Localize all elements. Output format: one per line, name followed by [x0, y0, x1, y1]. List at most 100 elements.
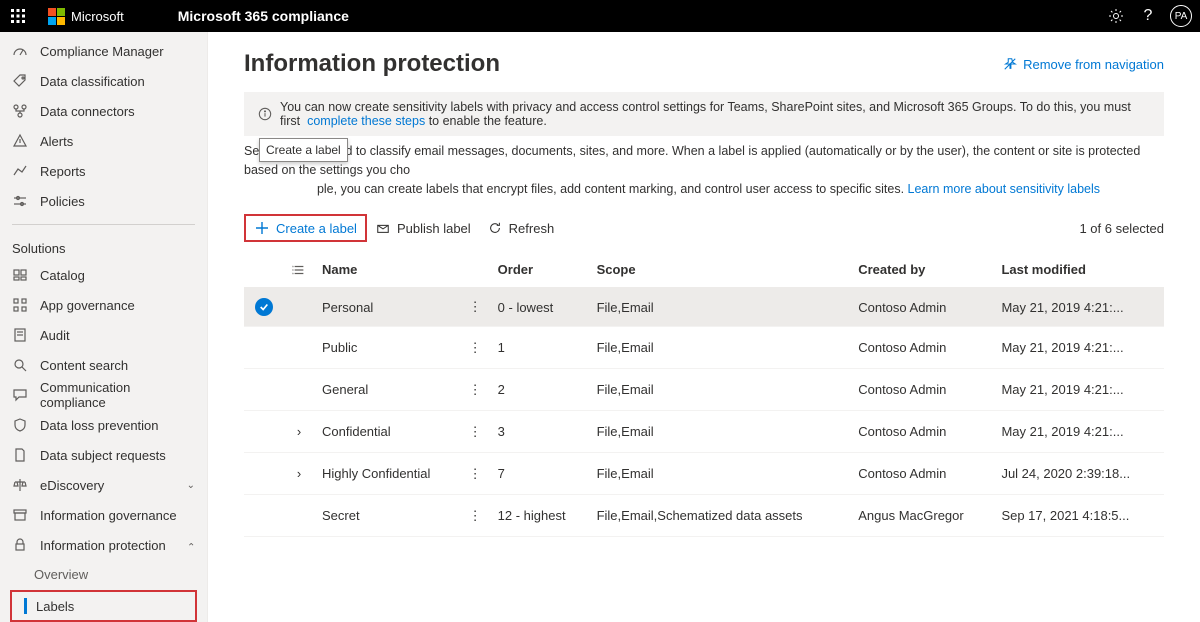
sidebar-item-app-governance[interactable]: App governance: [0, 290, 207, 320]
row-more-icon[interactable]: ⋮: [461, 369, 490, 411]
row-more-icon[interactable]: ⋮: [461, 411, 490, 453]
waffle-icon[interactable]: [8, 6, 28, 26]
avatar[interactable]: PA: [1170, 5, 1192, 27]
table-row[interactable]: Personal ⋮ 0 - lowest File,Email Contoso…: [244, 288, 1164, 327]
main-content: Information protection Remove from navig…: [208, 32, 1200, 622]
cell-created-by: Contoso Admin: [850, 411, 993, 453]
sidebar-item-data-loss-prevention[interactable]: Data loss prevention: [0, 410, 207, 440]
nav-label: Audit: [40, 328, 70, 343]
table-row[interactable]: General ⋮ 2 File,Email Contoso Admin May…: [244, 369, 1164, 411]
sidebar-subitem-labels[interactable]: Labels: [12, 592, 195, 620]
sidebar-item-ediscovery[interactable]: eDiscovery⌄: [0, 470, 207, 500]
chart-icon: [12, 163, 28, 179]
pin-remove-icon: [1003, 57, 1017, 71]
refresh-button[interactable]: Refresh: [479, 216, 563, 240]
col-last-modified[interactable]: Last modified: [993, 252, 1164, 288]
row-more-icon[interactable]: ⋮: [461, 327, 490, 369]
nav-label: Data classification: [40, 74, 145, 89]
nav-label: Data loss prevention: [40, 418, 159, 433]
nav-label: Compliance Manager: [40, 44, 164, 59]
nav-label: Data connectors: [40, 104, 135, 119]
tag-icon: [12, 73, 28, 89]
row-checkbox[interactable]: [255, 379, 273, 397]
settings-icon[interactable]: [1100, 0, 1132, 32]
row-more-icon[interactable]: ⋮: [461, 288, 490, 327]
shield-icon: [12, 417, 28, 433]
col-scope[interactable]: Scope: [589, 252, 851, 288]
info-bar-link[interactable]: complete these steps: [307, 114, 425, 128]
grid-icon: [12, 297, 28, 313]
sidebar-subitem-overview[interactable]: Overview: [0, 560, 207, 588]
cell-created-by: Contoso Admin: [850, 288, 993, 327]
nav-label: Alerts: [40, 134, 73, 149]
col-created-by[interactable]: Created by: [850, 252, 993, 288]
cell-last-modified: May 21, 2019 4:21:...: [993, 411, 1164, 453]
page-description: Sensitivity are used to classify email m…: [244, 142, 1164, 198]
create-label-button[interactable]: Create a label: [246, 216, 365, 240]
table-row[interactable]: › Confidential ⋮ 3 File,Email Contoso Ad…: [244, 411, 1164, 453]
col-order[interactable]: Order: [490, 252, 589, 288]
nav-label: Policies: [40, 194, 85, 209]
cell-name: Public: [314, 327, 461, 369]
cell-last-modified: Sep 17, 2021 4:18:5...: [993, 495, 1164, 537]
remove-from-navigation-link[interactable]: Remove from navigation: [1003, 57, 1164, 72]
sidebar-item-audit[interactable]: Audit: [0, 320, 207, 350]
cell-last-modified: May 21, 2019 4:21:...: [993, 288, 1164, 327]
row-checkbox[interactable]: [255, 463, 273, 481]
nav-label: Information protection: [40, 538, 166, 553]
cell-order: 2: [490, 369, 589, 411]
table-row[interactable]: Secret ⋮ 12 - highest File,Email,Schemat…: [244, 495, 1164, 537]
help-icon[interactable]: ?: [1132, 0, 1164, 32]
nav-label: eDiscovery: [40, 478, 104, 493]
table-row[interactable]: Public ⋮ 1 File,Email Contoso Admin May …: [244, 327, 1164, 369]
chat-icon: [12, 387, 28, 403]
sidebar-item-data-subject-requests[interactable]: Data subject requests: [0, 440, 207, 470]
sidebar-item-reports[interactable]: Reports: [0, 156, 207, 186]
cell-order: 12 - highest: [490, 495, 589, 537]
microsoft-logo-icon: [48, 8, 65, 25]
sidebar-item-information-governance[interactable]: Information governance: [0, 500, 207, 530]
nav-label: Communication compliance: [40, 380, 195, 410]
toolbar: Create a label Publish label Refresh 1 o…: [244, 208, 1164, 248]
catalog-icon: [12, 267, 28, 283]
sidebar-item-catalog[interactable]: Catalog: [0, 260, 207, 290]
sidebar-item-content-search[interactable]: Content search: [0, 350, 207, 380]
cell-created-by: Angus MacGregor: [850, 495, 993, 537]
row-checkbox[interactable]: [255, 337, 273, 355]
cell-created-by: Contoso Admin: [850, 369, 993, 411]
archive-icon: [12, 507, 28, 523]
nav-label: Information governance: [40, 508, 177, 523]
sidebar-item-communication-compliance[interactable]: Communication compliance: [0, 380, 207, 410]
sidebar: Compliance Manager Data classification Dat…: [0, 32, 208, 622]
publish-label-button[interactable]: Publish label: [367, 216, 479, 240]
sidebar-item-information-protection[interactable]: Information protection⌄: [0, 530, 207, 560]
row-checkbox[interactable]: [255, 505, 273, 523]
nav-divider: [12, 224, 195, 225]
chevron-right-icon[interactable]: ›: [297, 424, 301, 439]
refresh-text: Refresh: [509, 221, 555, 236]
list-view-icon[interactable]: [284, 252, 314, 288]
sidebar-item-compliance-manager[interactable]: Compliance Manager: [0, 36, 207, 66]
info-icon: [258, 107, 272, 121]
row-checkbox[interactable]: [255, 421, 273, 439]
row-checkbox[interactable]: [255, 298, 273, 316]
table-row[interactable]: › Highly Confidential ⋮ 7 File,Email Con…: [244, 453, 1164, 495]
nav-label: Catalog: [40, 268, 85, 283]
sidebar-item-data-connectors[interactable]: Data connectors: [0, 96, 207, 126]
row-more-icon[interactable]: ⋮: [461, 453, 490, 495]
avatar-initials: PA: [1175, 11, 1188, 22]
scale-icon: [12, 477, 28, 493]
cell-scope: File,Email: [589, 453, 851, 495]
sidebar-item-data-classification[interactable]: Data classification: [0, 66, 207, 96]
chevron-right-icon[interactable]: ›: [297, 466, 301, 481]
learn-more-link[interactable]: Learn more about sensitivity labels: [908, 182, 1100, 196]
microsoft-logo: Microsoft: [48, 8, 124, 25]
col-name[interactable]: Name: [314, 252, 461, 288]
sidebar-item-alerts[interactable]: Alerts: [0, 126, 207, 156]
sidebar-item-policies[interactable]: Policies: [0, 186, 207, 216]
cell-created-by: Contoso Admin: [850, 327, 993, 369]
row-more-icon[interactable]: ⋮: [461, 495, 490, 537]
nav-section-header: Solutions: [0, 233, 207, 260]
sliders-icon: [12, 193, 28, 209]
publish-label-text: Publish label: [397, 221, 471, 236]
